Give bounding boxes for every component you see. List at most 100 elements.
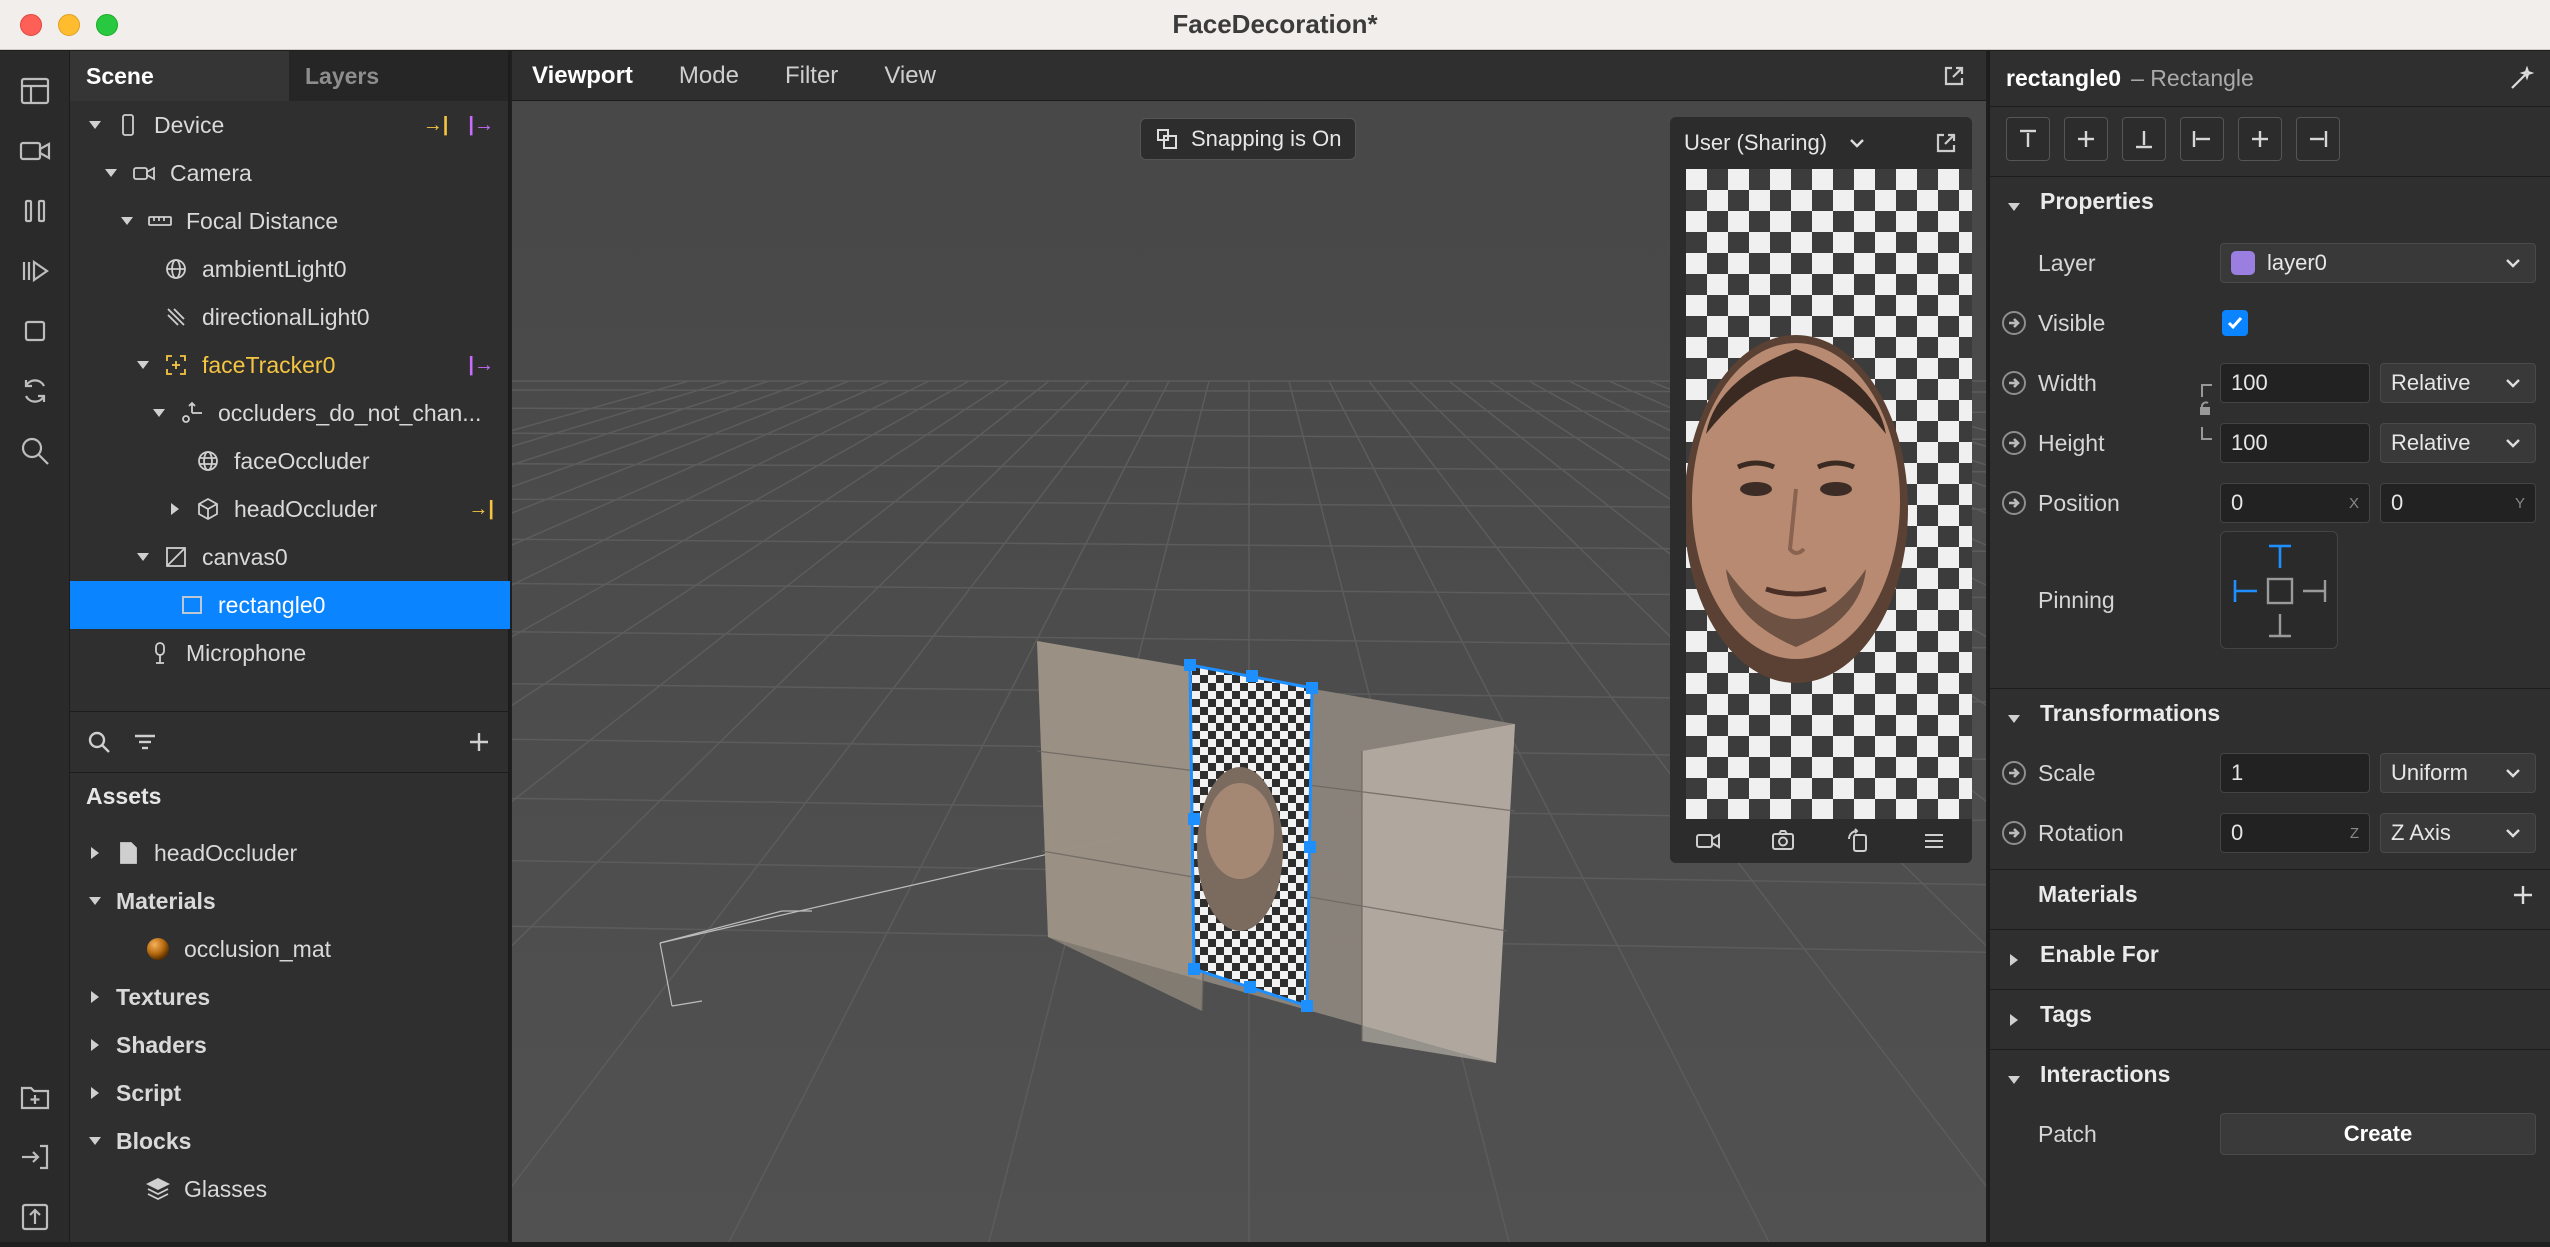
- position-x-input[interactable]: 0 X: [2220, 483, 2370, 523]
- caret-down-icon[interactable]: [118, 212, 136, 230]
- rotation-axis-select[interactable]: Z Axis: [2380, 813, 2536, 853]
- stop-button[interactable]: [0, 301, 70, 361]
- tree-item-device[interactable]: Device →| |→: [70, 101, 510, 149]
- output-link-icon[interactable]: |→: [468, 114, 494, 137]
- tree-item-occluders-do-not-chan[interactable]: occluders_do_not_chan...: [70, 389, 510, 437]
- caret-right-icon[interactable]: [86, 1084, 104, 1102]
- rotation-input[interactable]: 0 Z: [2220, 813, 2370, 853]
- minimize-window-button[interactable]: [58, 14, 80, 36]
- import-button[interactable]: [0, 1127, 70, 1187]
- menu-icon[interactable]: [1920, 827, 1948, 855]
- caret-down-icon[interactable]: [86, 116, 104, 134]
- refresh-button[interactable]: [0, 361, 70, 421]
- input-link-icon[interactable]: →|: [468, 498, 494, 521]
- popout-icon[interactable]: [1934, 131, 1958, 155]
- section-enable-for[interactable]: Enable For: [1990, 929, 2550, 979]
- caret-right-icon[interactable]: [86, 844, 104, 862]
- menu-filter[interactable]: Filter: [785, 62, 838, 90]
- section-properties[interactable]: Properties: [1990, 176, 2550, 226]
- close-window-button[interactable]: [20, 14, 42, 36]
- tree-item-focal-distance[interactable]: Focal Distance: [70, 197, 510, 245]
- tree-item-canvas0[interactable]: canvas0: [70, 533, 510, 581]
- tree-item-headoccluder[interactable]: headOccluder: [70, 829, 510, 877]
- step-play-button[interactable]: [0, 241, 70, 301]
- popout-icon[interactable]: [1942, 64, 1966, 88]
- tree-item-microphone[interactable]: Microphone: [70, 629, 510, 677]
- tree-item-rectangle0[interactable]: rectangle0: [70, 581, 510, 629]
- tab-layers[interactable]: Layers: [289, 51, 508, 101]
- preview-device-select[interactable]: User (Sharing): [1684, 130, 1827, 156]
- arrow-right-icon[interactable]: [2002, 311, 2026, 335]
- caret-right-icon[interactable]: [86, 1036, 104, 1054]
- align-center-button[interactable]: [2238, 117, 2282, 161]
- arrow-right-icon[interactable]: [2002, 761, 2026, 785]
- height-input[interactable]: 100: [2220, 423, 2370, 463]
- viewport[interactable]: Viewport Mode Filter View Snapping is On…: [512, 51, 1986, 1242]
- video-button[interactable]: [0, 121, 70, 181]
- align-left-button[interactable]: [2180, 117, 2224, 161]
- tree-item-glasses[interactable]: Glasses: [70, 1165, 510, 1213]
- tree-item-script[interactable]: Script: [70, 1069, 510, 1117]
- caret-right-icon[interactable]: [166, 500, 184, 518]
- caret-down-icon[interactable]: [134, 548, 152, 566]
- chevron-down-icon[interactable]: [1847, 133, 1867, 153]
- magic-wand-icon[interactable]: [2508, 65, 2534, 92]
- pause-button[interactable]: [0, 181, 70, 241]
- pinning-widget[interactable]: [2220, 531, 2338, 649]
- search-icon[interactable]: [86, 729, 112, 755]
- tree-item-shaders[interactable]: Shaders: [70, 1021, 510, 1069]
- caret-down-icon[interactable]: [134, 356, 152, 374]
- section-materials[interactable]: Materials: [1990, 869, 2550, 919]
- section-transformations[interactable]: Transformations: [1990, 688, 2550, 738]
- tree-item-textures[interactable]: Textures: [70, 973, 510, 1021]
- snapping-toggle[interactable]: Snapping is On: [1140, 118, 1357, 160]
- caret-right-icon[interactable]: [86, 988, 104, 1006]
- caret-down-icon[interactable]: [86, 892, 104, 910]
- caret-down-icon[interactable]: [86, 1132, 104, 1150]
- arrow-right-icon[interactable]: [2002, 491, 2026, 515]
- layout-button[interactable]: [0, 61, 70, 121]
- add-folder-button[interactable]: [0, 1067, 70, 1127]
- caret-down-icon[interactable]: [150, 404, 168, 422]
- video-camera-icon[interactable]: [1694, 827, 1722, 855]
- menu-mode[interactable]: Mode: [679, 62, 739, 90]
- scale-input[interactable]: 1: [2220, 753, 2370, 793]
- menu-view[interactable]: View: [884, 62, 936, 90]
- section-tags[interactable]: Tags: [1990, 989, 2550, 1039]
- rotate-device-icon[interactable]: [1845, 827, 1873, 855]
- tree-item-headoccluder[interactable]: headOccluder →|: [70, 485, 510, 533]
- align-top-button[interactable]: [2006, 117, 2050, 161]
- tree-item-camera[interactable]: Camera: [70, 149, 510, 197]
- create-patch-button[interactable]: Create: [2220, 1113, 2536, 1155]
- arrow-right-icon[interactable]: [2002, 431, 2026, 455]
- width-mode-select[interactable]: Relative: [2380, 363, 2536, 403]
- tree-item-ambientlight0[interactable]: ambientLight0: [70, 245, 510, 293]
- add-icon[interactable]: [466, 729, 492, 755]
- tree-item-faceoccluder[interactable]: faceOccluder: [70, 437, 510, 485]
- align-bottom-button[interactable]: [2122, 117, 2166, 161]
- output-link-icon[interactable]: |→: [468, 354, 494, 377]
- upload-button[interactable]: [0, 1187, 70, 1247]
- arrow-right-icon[interactable]: [2002, 371, 2026, 395]
- screenshot-icon[interactable]: [1769, 827, 1797, 855]
- arrow-right-icon[interactable]: [2002, 821, 2026, 845]
- tree-item-facetracker0[interactable]: faceTracker0 |→: [70, 341, 510, 389]
- visible-checkbox[interactable]: [2222, 310, 2248, 336]
- width-input[interactable]: 100: [2220, 363, 2370, 403]
- height-mode-select[interactable]: Relative: [2380, 423, 2536, 463]
- search-tool-button[interactable]: [0, 421, 70, 481]
- input-link-icon[interactable]: →|: [423, 114, 449, 137]
- tab-scene[interactable]: Scene: [70, 51, 289, 101]
- tree-item-directionallight0[interactable]: directionalLight0: [70, 293, 510, 341]
- layer-select[interactable]: layer0: [2220, 243, 2536, 283]
- tree-item-occlusion-mat[interactable]: occlusion_mat: [70, 925, 510, 973]
- tree-item-blocks[interactable]: Blocks: [70, 1117, 510, 1165]
- tree-item-materials[interactable]: Materials: [70, 877, 510, 925]
- section-interactions[interactable]: Interactions: [1990, 1049, 2550, 1099]
- caret-down-icon[interactable]: [102, 164, 120, 182]
- zoom-window-button[interactable]: [96, 14, 118, 36]
- align-middle-button[interactable]: [2064, 117, 2108, 161]
- position-y-input[interactable]: 0 Y: [2380, 483, 2536, 523]
- filter-icon[interactable]: [132, 729, 158, 755]
- add-icon[interactable]: [2512, 884, 2534, 906]
